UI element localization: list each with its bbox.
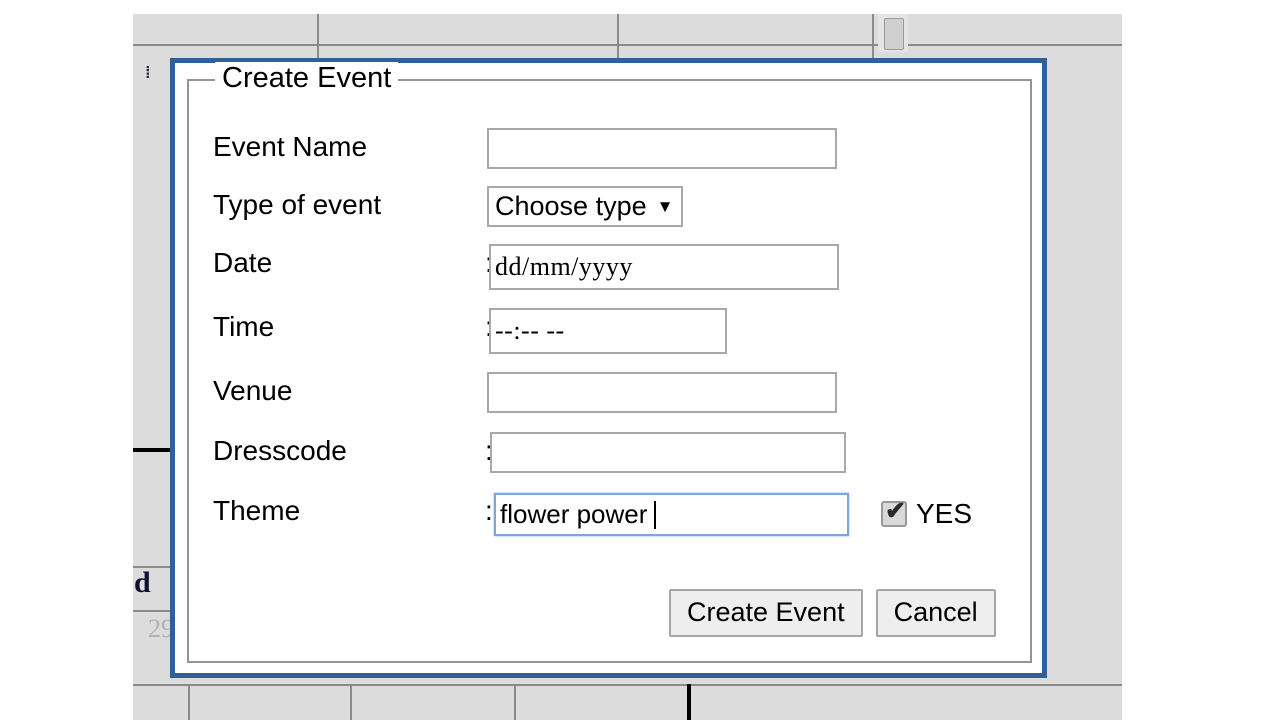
table-gridline — [133, 684, 1122, 686]
create-event-fieldset: Create Event Event Name : Type of event … — [187, 62, 1032, 663]
label-dresscode: Dresscode — [213, 435, 347, 466]
event-name-input[interactable] — [487, 128, 837, 169]
table-gridline — [350, 684, 352, 720]
theme-confirm-checkbox[interactable]: ✔ — [881, 497, 907, 527]
dresscode-input[interactable] — [490, 432, 846, 473]
time-input[interactable] — [489, 308, 727, 354]
label-date: Date — [213, 247, 273, 278]
table-gridline — [133, 44, 1122, 46]
background-scrollbar-thumb[interactable] — [884, 18, 904, 50]
label-event-name: Event Name — [213, 131, 368, 162]
theme-confirm-checkbox-wrapper[interactable]: ✔ YES — [881, 497, 973, 529]
theme-confirm-label: YES — [916, 498, 973, 529]
type-of-event-selected-value: Choose type — [495, 191, 647, 221]
label-time: Time — [213, 311, 275, 342]
screen: ⁞ d 29 Create Event Event Name : Type of… — [0, 0, 1280, 720]
background-top-strip — [133, 0, 1280, 14]
date-input[interactable] — [489, 244, 839, 290]
label-type-of-event: Type of event — [213, 189, 382, 220]
background-bold-char: d — [134, 566, 151, 599]
chevron-down-icon: ▼ — [656, 197, 674, 216]
create-event-dialog: Create Event Event Name : Type of event … — [170, 58, 1047, 678]
label-venue: Venue — [213, 375, 293, 406]
checkmark-icon: ✔ — [885, 497, 906, 525]
label-separator: : — [485, 495, 493, 526]
table-gridline — [514, 684, 516, 720]
dialog-button-row: Create Event Cancel — [669, 589, 996, 637]
create-event-button[interactable]: Create Event — [669, 589, 863, 637]
venue-input[interactable] — [487, 372, 837, 413]
type-of-event-select[interactable]: Choose type ▼ — [487, 186, 684, 227]
table-gridline — [188, 684, 190, 720]
cancel-button[interactable]: Cancel — [875, 589, 996, 637]
label-theme: Theme — [213, 495, 301, 526]
table-column-divider — [687, 684, 691, 720]
background-drag-handle-icon: ⁞ — [145, 63, 151, 82]
theme-input[interactable] — [494, 493, 849, 536]
text-cursor — [654, 501, 657, 529]
create-event-form: Event Name : Type of event : Choose type… — [189, 81, 1030, 661]
table-gridline — [133, 610, 173, 612]
background-right-margin — [1122, 0, 1280, 720]
table-section-divider — [133, 448, 173, 452]
